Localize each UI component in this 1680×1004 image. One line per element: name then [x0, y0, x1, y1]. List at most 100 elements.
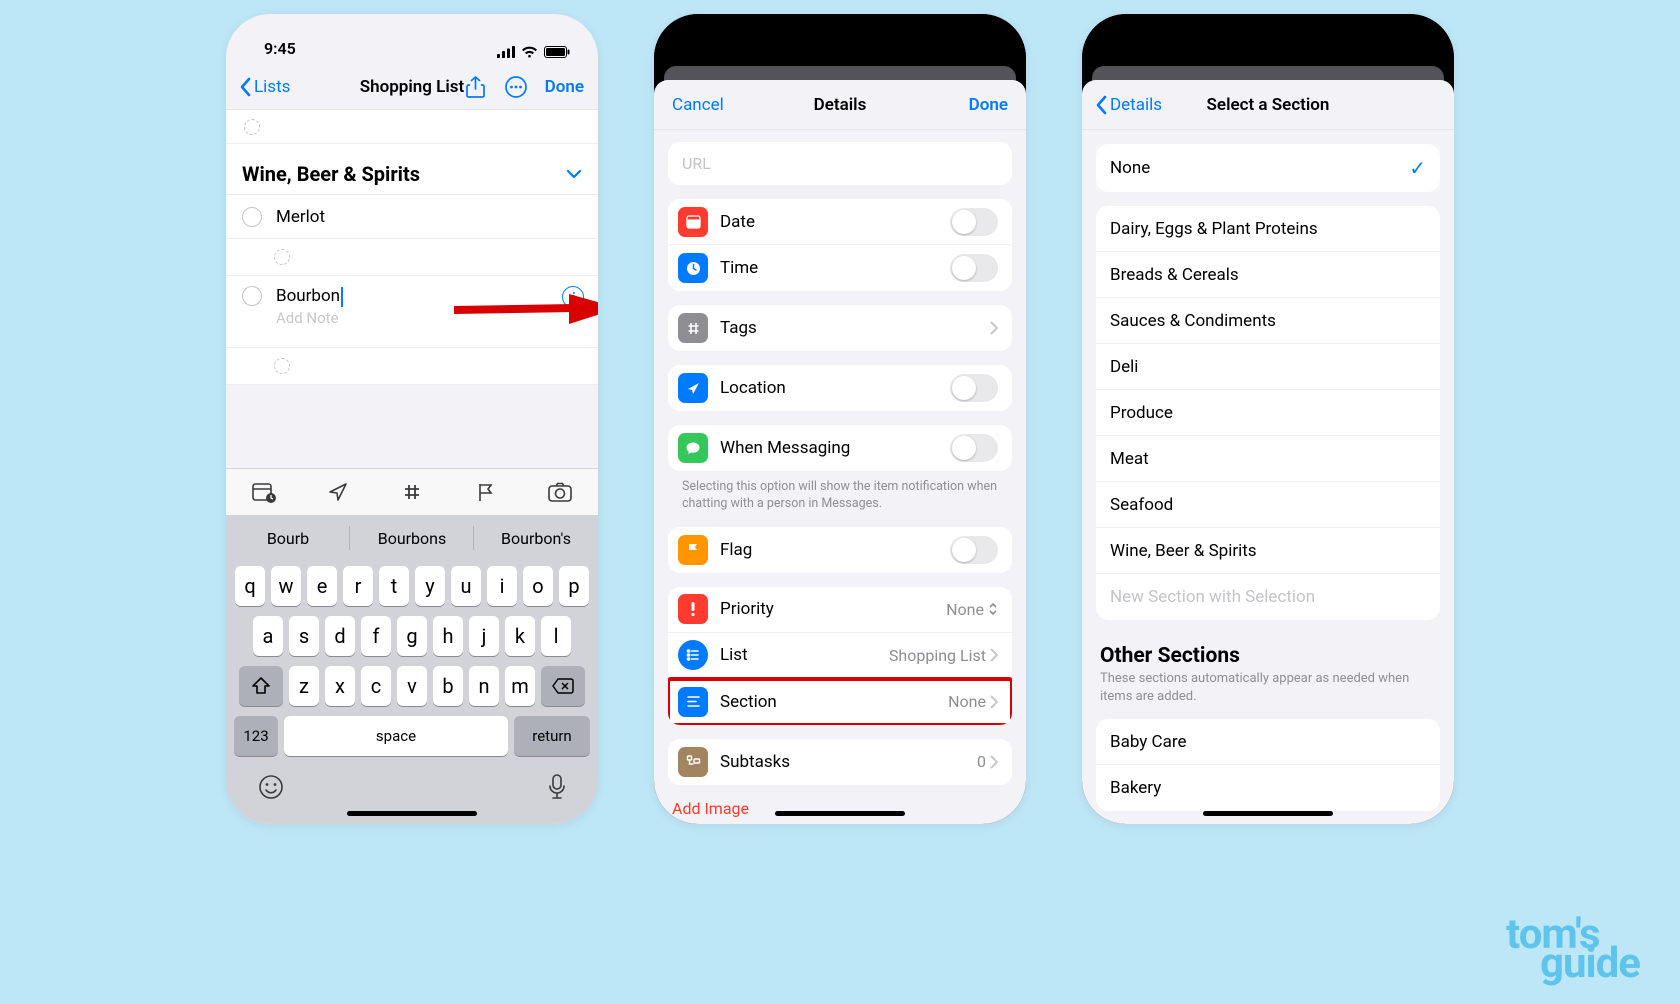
date-cell[interactable]: Date — [668, 199, 1012, 245]
key-l[interactable]: l — [541, 616, 571, 656]
new-item-placeholder[interactable] — [226, 110, 598, 144]
return-key[interactable]: return — [514, 716, 590, 756]
shift-key[interactable] — [239, 666, 283, 706]
dashed-circle-icon — [274, 358, 290, 374]
tags-cell[interactable]: Tags — [668, 305, 1012, 351]
toggle[interactable] — [950, 254, 998, 282]
key-h[interactable]: h — [433, 616, 463, 656]
other-sections-header: Other Sections — [1096, 644, 1440, 668]
section-option[interactable]: Deli — [1096, 344, 1440, 390]
section-option[interactable]: Dairy, Eggs & Plant Proteins — [1096, 206, 1440, 252]
cell-label: Section — [720, 692, 936, 712]
url-input[interactable]: URL — [668, 142, 1012, 185]
key-e[interactable]: e — [307, 566, 337, 606]
toggle[interactable] — [950, 208, 998, 236]
key-z[interactable]: z — [289, 666, 319, 706]
done-button[interactable]: Done — [969, 95, 1008, 115]
section-option[interactable]: Seafood — [1096, 482, 1440, 528]
section-icon — [678, 687, 708, 717]
option-label: None — [1110, 158, 1150, 178]
time-cell[interactable]: Time — [668, 245, 1012, 291]
editing-text[interactable]: Bourbon — [276, 286, 340, 306]
key-p[interactable]: p — [559, 566, 589, 606]
share-icon[interactable] — [465, 76, 487, 98]
cell-label: Tags — [720, 318, 978, 338]
reminder-item-merlot[interactable]: Merlot — [226, 195, 598, 239]
section-option[interactable]: Sauces & Condiments — [1096, 298, 1440, 344]
section-header[interactable]: Wine, Beer & Spirits — [226, 144, 598, 195]
key-r[interactable]: r — [343, 566, 373, 606]
key-q[interactable]: q — [235, 566, 265, 606]
suggestion[interactable]: Bourb — [226, 516, 350, 560]
section-option[interactable]: Bakery — [1096, 765, 1440, 811]
key-o[interactable]: o — [523, 566, 553, 606]
key-k[interactable]: k — [505, 616, 535, 656]
back-button[interactable]: Lists — [240, 77, 290, 97]
camera-icon[interactable] — [548, 482, 572, 502]
numbers-key[interactable]: 123 — [234, 716, 278, 756]
key-m[interactable]: m — [505, 666, 535, 706]
subtasks-icon — [678, 747, 708, 777]
key-y[interactable]: y — [415, 566, 445, 606]
key-i[interactable]: i — [487, 566, 517, 606]
suggestion[interactable]: Bourbons — [350, 516, 474, 560]
keyboard[interactable]: qwertyuiop asdfghjkl zxcvbnm 123 space r… — [226, 560, 598, 824]
watermark-line2: guide — [1540, 946, 1640, 982]
key-v[interactable]: v — [397, 666, 427, 706]
cell-label: Time — [720, 258, 938, 278]
subtasks-cell[interactable]: Subtasks 0 — [668, 739, 1012, 785]
cancel-button[interactable]: Cancel — [672, 95, 724, 115]
key-u[interactable]: u — [451, 566, 481, 606]
location-icon[interactable] — [327, 481, 349, 503]
toggle[interactable] — [950, 434, 998, 462]
messaging-cell[interactable]: When Messaging — [668, 425, 1012, 471]
backspace-key[interactable] — [541, 666, 585, 706]
toggle[interactable] — [950, 536, 998, 564]
more-icon[interactable] — [505, 76, 527, 98]
section-option-none[interactable]: None ✓ — [1096, 144, 1440, 192]
suggestion[interactable]: Bourbon's — [474, 516, 598, 560]
section-option[interactable]: Breads & Cereals — [1096, 252, 1440, 298]
text-cursor — [341, 287, 343, 307]
location-cell[interactable]: Location — [668, 365, 1012, 411]
flag-cell[interactable]: Flag — [668, 527, 1012, 573]
new-item-placeholder[interactable] — [226, 239, 598, 276]
list-cell[interactable]: List Shopping List — [668, 633, 1012, 679]
reminder-item-editing[interactable]: Bourbon Add Note i — [226, 276, 598, 348]
new-section-option: New Section with Selection — [1096, 574, 1440, 620]
key-j[interactable]: j — [469, 616, 499, 656]
radio-icon[interactable] — [242, 286, 262, 306]
key-w[interactable]: w — [271, 566, 301, 606]
priority-cell[interactable]: Priority None — [668, 587, 1012, 633]
radio-icon[interactable] — [242, 207, 262, 227]
key-b[interactable]: b — [433, 666, 463, 706]
flag-icon[interactable] — [475, 481, 497, 503]
key-c[interactable]: c — [361, 666, 391, 706]
key-a[interactable]: a — [253, 616, 283, 656]
section-option[interactable]: Wine, Beer & Spirits — [1096, 528, 1440, 574]
key-f[interactable]: f — [361, 616, 391, 656]
section-option[interactable]: Meat — [1096, 436, 1440, 482]
key-s[interactable]: s — [289, 616, 319, 656]
chevron-down-icon — [566, 169, 582, 179]
key-t[interactable]: t — [379, 566, 409, 606]
toggle[interactable] — [950, 374, 998, 402]
emoji-key[interactable] — [258, 774, 284, 800]
calendar-icon[interactable] — [252, 481, 276, 503]
section-option[interactable]: Produce — [1096, 390, 1440, 436]
key-n[interactable]: n — [469, 666, 499, 706]
key-d[interactable]: d — [325, 616, 355, 656]
priority-icon — [678, 594, 708, 624]
section-cell[interactable]: Section None — [668, 679, 1012, 725]
new-item-placeholder[interactable] — [226, 348, 598, 385]
space-key[interactable]: space — [284, 716, 508, 756]
done-button[interactable]: Done — [545, 77, 584, 97]
section-option[interactable]: Baby Care — [1096, 719, 1440, 765]
key-x[interactable]: x — [325, 666, 355, 706]
tag-icon[interactable] — [401, 481, 423, 503]
info-icon[interactable]: i — [562, 286, 584, 308]
add-note-placeholder[interactable]: Add Note — [226, 309, 598, 327]
dictation-key[interactable] — [548, 774, 566, 800]
key-g[interactable]: g — [397, 616, 427, 656]
back-button[interactable]: Details — [1096, 95, 1162, 115]
